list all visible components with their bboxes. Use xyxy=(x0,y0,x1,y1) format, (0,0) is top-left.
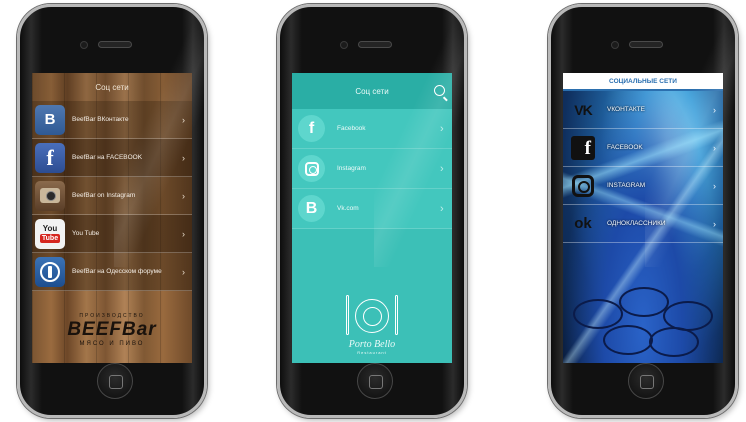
list-item-odnoklassniki[interactable]: ok ОДНОКЛАССНИКИ › xyxy=(563,205,723,243)
chevron-right-icon: › xyxy=(713,218,716,229)
screen-porto-bello: Соц сети f Facebook › Instagram › B Vk.c… xyxy=(292,73,452,363)
earpiece-speaker xyxy=(98,41,132,48)
list-item-label: BeefBar на Одесском форуме xyxy=(72,268,162,275)
list-item-instagram[interactable]: Instagram › xyxy=(292,149,452,189)
list-item-label: Vk.com xyxy=(337,205,359,212)
screen-header: Соц сети xyxy=(292,73,452,109)
list-item-facebook[interactable]: f FACEBOOK › xyxy=(563,129,723,167)
plate-icon xyxy=(342,293,402,337)
list-item-label: INSTAGRAM xyxy=(607,182,646,189)
chevron-right-icon: › xyxy=(713,104,716,115)
odnoklassniki-icon: ok xyxy=(574,215,592,232)
list-item-facebook[interactable]: f Facebook › xyxy=(292,109,452,149)
list-item-odessa-forum[interactable]: BeefBar на Одесском форуме › xyxy=(32,253,192,291)
home-button[interactable] xyxy=(628,363,664,399)
list-item-label: Facebook xyxy=(337,125,366,132)
chevron-right-icon: › xyxy=(440,202,444,215)
odessa-forum-icon xyxy=(35,256,65,287)
front-camera xyxy=(611,41,619,49)
list-item-label: VКОНТАКТЕ xyxy=(607,106,645,113)
phone-porto-bello: Соц сети f Facebook › Instagram › B Vk.c… xyxy=(277,4,467,418)
home-button[interactable] xyxy=(97,363,133,399)
instagram-icon xyxy=(569,174,597,197)
list-item-instagram[interactable]: BeefBar on Instagram › xyxy=(32,177,192,215)
facebook-icon: f xyxy=(298,115,325,142)
chevron-right-icon: › xyxy=(182,266,185,277)
porto-bello-logo: Porto Bello Restaurant xyxy=(292,293,452,355)
list-item-label: BeefBar ВКонтакте xyxy=(72,116,129,123)
list-item-vk[interactable]: B Vk.com › xyxy=(292,189,452,229)
list-item-label: ОДНОКЛАССНИКИ xyxy=(607,220,666,227)
search-icon[interactable] xyxy=(434,85,445,96)
social-list: f Facebook › Instagram › B Vk.com › xyxy=(292,109,452,229)
chevron-right-icon: › xyxy=(182,228,185,239)
volume-down-button xyxy=(548,111,550,129)
chevron-right-icon: › xyxy=(182,114,185,125)
volume-down-button xyxy=(17,111,19,129)
beefbar-logo: ПРОИЗВОДСТВО BEEFBar МЯСО И ПИВО xyxy=(67,313,157,347)
pool-decoration xyxy=(649,327,699,357)
chevron-right-icon: › xyxy=(440,162,444,175)
screen-title: СОЦИАЛЬНЫЕ СЕТИ xyxy=(563,73,723,91)
list-item-instagram[interactable]: INSTAGRAM › xyxy=(563,167,723,205)
pool-decoration xyxy=(573,299,623,329)
volume-up-button xyxy=(17,87,19,105)
pool-decoration xyxy=(603,325,653,355)
chevron-right-icon: › xyxy=(440,122,444,135)
front-camera xyxy=(340,41,348,49)
youtube-icon: You Tube xyxy=(35,218,65,249)
list-item-label: You Tube xyxy=(72,230,100,237)
volume-down-button xyxy=(277,111,279,129)
vk-icon: B xyxy=(298,195,325,222)
list-item-label: BeefBar on Instagram xyxy=(72,192,136,199)
instagram-icon xyxy=(35,180,65,211)
volume-up-button xyxy=(277,87,279,105)
screen-beefbar: Соц сети B BeefBar ВКонтакте › f BeefBar… xyxy=(32,73,192,363)
chevron-right-icon: › xyxy=(182,152,185,163)
vk-icon: VK xyxy=(574,101,592,118)
screen-title: Соц сети xyxy=(32,73,192,101)
chevron-right-icon: › xyxy=(713,142,716,153)
facebook-icon: f xyxy=(569,135,597,160)
facebook-icon: f xyxy=(35,142,65,173)
list-item-vk[interactable]: VK VКОНТАКТЕ › xyxy=(563,91,723,129)
screen-pool-party: СОЦИАЛЬНЫЕ СЕТИ VK VКОНТАКТЕ › f FACEBOO… xyxy=(563,73,723,363)
volume-up-button xyxy=(548,87,550,105)
list-item-label: FACEBOOK xyxy=(607,144,643,151)
instagram-icon xyxy=(298,155,325,182)
chevron-right-icon: › xyxy=(713,180,716,191)
list-item-youtube[interactable]: You Tube You Tube › xyxy=(32,215,192,253)
list-item-label: Instagram xyxy=(337,165,366,172)
phone-pool-party: СОЦИАЛЬНЫЕ СЕТИ VK VКОНТАКТЕ › f FACEBOO… xyxy=(548,4,738,418)
app-showcase: Соц сети B BeefBar ВКонтакте › f BeefBar… xyxy=(0,0,746,422)
list-item-label: BeefBar на FACEBOOK xyxy=(72,154,143,161)
phone-beefbar: Соц сети B BeefBar ВКонтакте › f BeefBar… xyxy=(17,4,207,418)
list-item-facebook[interactable]: f BeefBar на FACEBOOK › xyxy=(32,139,192,177)
pool-decoration xyxy=(619,287,669,317)
earpiece-speaker xyxy=(358,41,392,48)
vk-icon: B xyxy=(35,104,65,135)
chevron-right-icon: › xyxy=(182,190,185,201)
screen-title: Соц сети xyxy=(355,86,389,96)
home-button[interactable] xyxy=(357,363,393,399)
earpiece-speaker xyxy=(629,41,663,48)
list-item-vk[interactable]: B BeefBar ВКонтакте › xyxy=(32,101,192,139)
front-camera xyxy=(80,41,88,49)
